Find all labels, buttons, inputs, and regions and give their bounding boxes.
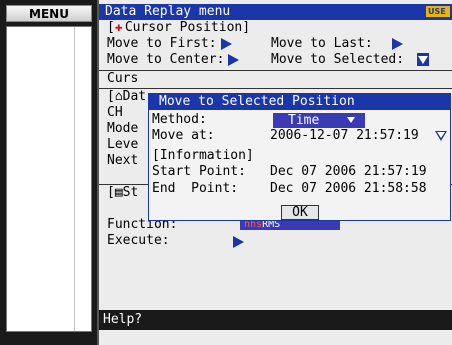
method-select[interactable]: Time	[273, 113, 365, 128]
start-point-value: Dec 07 2006 21:57:19	[270, 164, 427, 179]
help-bar[interactable]: Help?	[99, 310, 452, 330]
move-at-label: Move at:	[152, 128, 215, 143]
move-to-selected-row: Move to Selected:	[271, 52, 404, 68]
method-value: Time	[288, 113, 320, 128]
move-to-last-row: Move to Last:	[271, 36, 404, 52]
method-label: Method:	[152, 112, 207, 127]
level-label: Leve	[107, 137, 139, 152]
execute-row: Execute:	[107, 233, 170, 249]
section-divider-2	[99, 88, 452, 89]
menu-list[interactable]	[6, 26, 92, 332]
move-to-center-button[interactable]	[228, 53, 240, 66]
move-to-center-label: Move to Center:	[107, 52, 225, 67]
move-to-first-row: Move to First:	[107, 36, 232, 52]
start-point-label: Start Point:	[152, 164, 246, 179]
menu-button[interactable]: MENU	[6, 5, 92, 22]
move-to-last-button[interactable]	[392, 37, 404, 50]
cursor-position-label: Cursor Position]	[124, 20, 251, 35]
cursor-icon: ✚	[114, 20, 123, 35]
chevron-down-icon	[347, 117, 355, 123]
move-to-first-label: Move to First:	[107, 36, 217, 51]
move-to-first-button[interactable]	[220, 37, 232, 50]
end-point-label: End Point:	[152, 181, 239, 196]
menu-list-scrollbar-divider	[74, 27, 75, 331]
move-at-dropdown-icon[interactable]	[435, 131, 447, 141]
execute-label: Execute:	[107, 233, 170, 248]
page-title: Data Replay menu	[99, 4, 452, 20]
bottom-strip	[99, 330, 452, 345]
information-label: [Information]	[152, 148, 254, 163]
move-at-value[interactable]: 2006-12-07 21:57:19	[270, 128, 419, 144]
data-section-partial: [⌂Dat	[107, 89, 147, 104]
move-to-selected-label: Move to Selected:	[271, 52, 405, 67]
dialog-title: Move to Selected Position	[149, 94, 450, 110]
cursor-position-header: [✚ Cursor Position]	[107, 20, 251, 35]
move-to-center-row: Move to Center:	[107, 52, 240, 68]
user-badge: USE	[426, 6, 450, 17]
move-to-last-label: Move to Last:	[271, 36, 373, 51]
stats-section-partial: [▤St	[107, 185, 139, 200]
ok-button[interactable]: OK	[281, 205, 319, 220]
execute-button[interactable]	[233, 236, 244, 248]
function-select[interactable]: hhsRMS	[240, 219, 340, 230]
ch-label: CH	[107, 105, 123, 120]
mode-label: Mode	[107, 121, 139, 136]
cursor-row-partial: Curs	[107, 71, 139, 86]
section-divider	[99, 70, 452, 71]
end-point-value: Dec 07 2006 21:58:58	[270, 181, 427, 196]
next-label: Next	[107, 153, 139, 168]
move-to-selected-button[interactable]	[417, 53, 429, 66]
